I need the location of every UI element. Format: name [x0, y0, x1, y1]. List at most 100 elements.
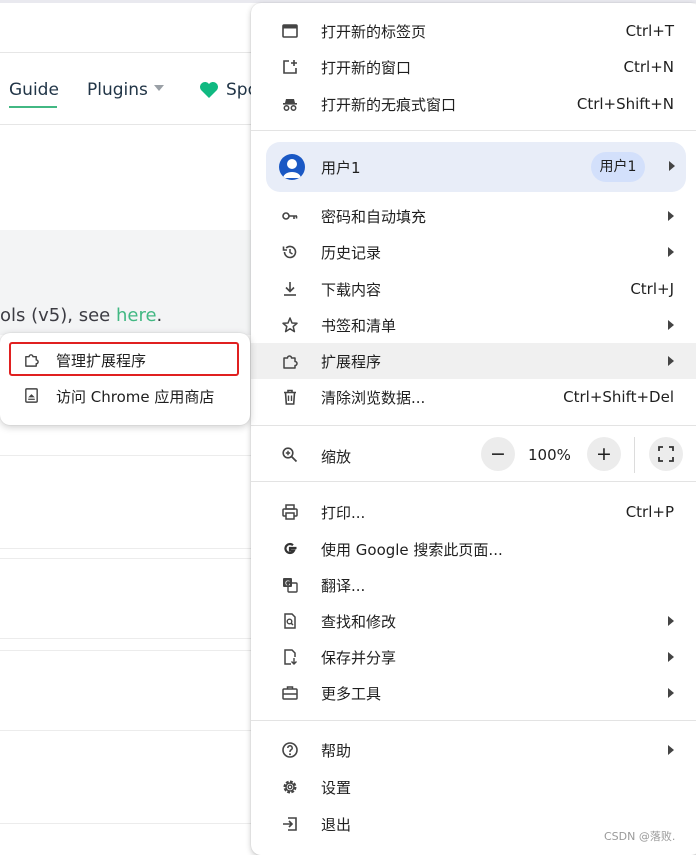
fullscreen-icon — [658, 446, 674, 462]
menu-item-label: 打开新的标签页 — [321, 22, 427, 41]
menu-item-settings[interactable]: 设置 — [251, 769, 696, 805]
exit-icon — [281, 815, 299, 833]
puzzle-icon — [281, 352, 299, 370]
menu-item-history[interactable]: 历史记录 — [251, 234, 696, 270]
menu-item-help[interactable]: 帮助 — [251, 732, 696, 768]
active-tab-underline — [9, 106, 57, 108]
heart-icon — [199, 81, 219, 103]
help-icon — [281, 741, 299, 759]
chevron-right-icon — [668, 211, 674, 221]
chevron-right-icon — [668, 247, 674, 257]
chevron-right-icon — [668, 652, 674, 662]
translate-icon: G — [281, 576, 299, 594]
menu-item-label: 扩展程序 — [321, 352, 382, 371]
divider — [0, 730, 260, 731]
site-nav: Guide Plugins Spo — [0, 54, 270, 124]
submenu-item-visit-store[interactable]: 访问 Chrome 应用商店 — [0, 379, 250, 413]
history-icon — [281, 243, 299, 261]
menu-item-label: 打开新的窗口 — [321, 58, 412, 77]
zoom-in-button[interactable]: + — [587, 437, 621, 471]
menu-separator — [251, 425, 696, 426]
chrome-main-menu: 打开新的标签页 Ctrl+T 打开新的窗口 Ctrl+N 打开新的无痕式窗口 C… — [251, 3, 696, 855]
zoom-divider — [634, 437, 635, 473]
menu-item-label: 历史记录 — [321, 243, 382, 262]
menu-item-label: 打印... — [321, 503, 366, 522]
chevron-right-icon — [668, 320, 674, 330]
chevron-down-icon — [154, 85, 164, 91]
menu-item-new-incognito[interactable]: 打开新的无痕式窗口 Ctrl+Shift+N — [251, 86, 696, 122]
divider — [0, 52, 260, 53]
profile-name: 用户1 — [321, 159, 361, 177]
shortcut-text: Ctrl+J — [630, 280, 674, 298]
zoom-icon — [281, 446, 299, 468]
menu-item-search-google[interactable]: 使用 Google 搜索此页面... — [251, 531, 696, 567]
chevron-right-icon — [668, 688, 674, 698]
zoom-out-button[interactable]: − — [481, 437, 515, 471]
body-text-prefix: ols (v5), see — [0, 305, 116, 326]
shortcut-text: Ctrl+P — [625, 503, 674, 521]
menu-item-label: 查找和修改 — [321, 612, 397, 631]
fullscreen-button[interactable] — [649, 437, 683, 471]
watermark: CSDN @落败. — [604, 830, 676, 843]
menu-item-bookmarks[interactable]: 书签和清单 — [251, 307, 696, 343]
menu-item-translate[interactable]: G 翻译... — [251, 567, 696, 603]
shortcut-text: Ctrl+T — [625, 22, 674, 40]
star-icon — [281, 316, 299, 334]
menu-item-new-tab[interactable]: 打开新的标签页 Ctrl+T — [251, 13, 696, 49]
download-icon — [281, 280, 299, 298]
chevron-right-icon — [668, 745, 674, 755]
divider — [0, 124, 260, 125]
menu-separator — [251, 481, 696, 482]
web-store-icon — [23, 387, 40, 408]
chevron-right-icon — [668, 356, 674, 366]
nav-link-guide[interactable]: Guide — [9, 80, 59, 100]
divider — [0, 823, 260, 824]
menu-item-label: 更多工具 — [321, 684, 382, 703]
divider — [0, 650, 260, 651]
gear-icon — [281, 778, 299, 796]
shortcut-text: Ctrl+Shift+Del — [563, 388, 674, 406]
menu-item-label: 翻译... — [321, 576, 366, 595]
menu-item-extensions[interactable]: 扩展程序 — [251, 343, 696, 379]
new-window-icon — [281, 58, 299, 76]
chevron-right-icon — [668, 616, 674, 626]
menu-item-downloads[interactable]: 下载内容 Ctrl+J — [251, 271, 696, 307]
menu-item-label: 书签和清单 — [321, 316, 397, 335]
divider — [0, 558, 260, 559]
chevron-right-icon — [669, 161, 675, 171]
profile-row[interactable]: 用户1 用户1 — [266, 142, 686, 192]
divider — [0, 455, 260, 456]
menu-item-save-share[interactable]: 保存并分享 — [251, 639, 696, 675]
zoom-row: 缩放 − 100% + — [251, 435, 696, 475]
menu-item-label: 使用 Google 搜索此页面... — [321, 540, 503, 559]
menu-separator — [251, 130, 696, 131]
here-link[interactable]: here — [116, 305, 157, 326]
body-text-suffix: . — [156, 305, 163, 326]
trash-icon — [281, 388, 299, 406]
new-tab-icon — [281, 22, 299, 40]
nav-link-plugins[interactable]: Plugins — [87, 80, 148, 100]
divider — [0, 548, 260, 549]
menu-item-new-window[interactable]: 打开新的窗口 Ctrl+N — [251, 49, 696, 85]
menu-item-label: 打开新的无痕式窗口 — [321, 95, 457, 114]
menu-item-label: 帮助 — [321, 741, 352, 760]
menu-item-print[interactable]: 打印... Ctrl+P — [251, 494, 696, 530]
printer-icon — [281, 503, 299, 521]
zoom-level: 100% — [528, 446, 571, 464]
incognito-icon — [281, 95, 299, 113]
menu-item-label: 设置 — [321, 778, 352, 797]
profile-chip[interactable]: 用户1 — [591, 152, 645, 182]
menu-item-clear-data[interactable]: 清除浏览数据... Ctrl+Shift+Del — [251, 379, 696, 415]
divider — [0, 638, 260, 639]
menu-item-find[interactable]: 查找和修改 — [251, 603, 696, 639]
google-icon — [281, 540, 299, 558]
avatar — [279, 154, 305, 180]
key-icon — [281, 207, 299, 225]
menu-item-more-tools[interactable]: 更多工具 — [251, 675, 696, 711]
toolbox-icon — [281, 684, 299, 702]
body-text: ols (v5), see here. — [0, 305, 162, 326]
shortcut-text: Ctrl+Shift+N — [576, 95, 674, 113]
menu-item-label: 下载内容 — [321, 280, 382, 299]
menu-item-label: 保存并分享 — [321, 648, 397, 667]
menu-item-passwords[interactable]: 密码和自动填充 — [251, 198, 696, 234]
